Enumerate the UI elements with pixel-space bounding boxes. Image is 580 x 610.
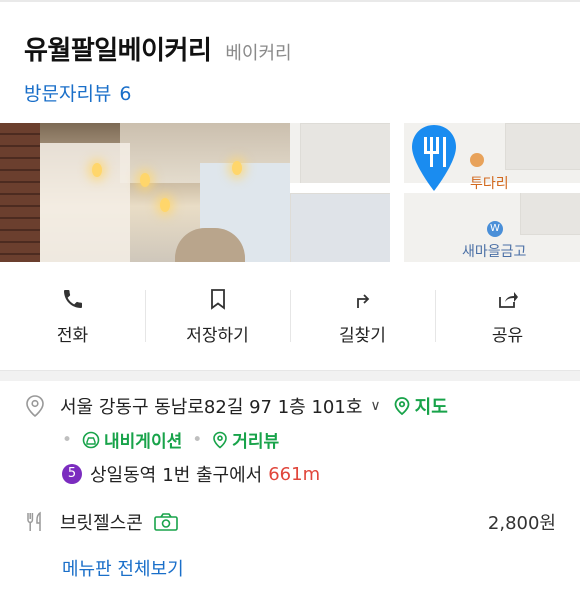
- call-button[interactable]: 전화: [0, 262, 145, 370]
- visitor-review-link[interactable]: 방문자리뷰 6: [24, 79, 556, 106]
- directions-button[interactable]: 길찾기: [290, 262, 435, 370]
- menu-item-price: 2,800원: [487, 513, 556, 534]
- directions-icon: [356, 293, 369, 308]
- camera-icon: [154, 513, 178, 531]
- light-bulb: [160, 198, 170, 212]
- chevron-down-icon[interactable]: ∨: [370, 398, 380, 414]
- navigation-link[interactable]: 내비게이션: [104, 427, 182, 452]
- car-icon: [82, 431, 100, 448]
- street-view-link[interactable]: 거리뷰: [232, 427, 279, 452]
- bookmark-icon: [210, 288, 225, 310]
- map-block: [300, 123, 392, 185]
- share-icon: [498, 291, 518, 308]
- light-bulb: [140, 173, 150, 187]
- location-icon: [26, 395, 44, 418]
- call-label: 전화: [56, 325, 89, 346]
- street-view-pin-icon: [213, 431, 228, 449]
- save-label: 저장하기: [186, 325, 249, 346]
- title-row: 유월팔일베이커리 베이커리: [24, 30, 556, 67]
- station-name: 상일동역: [90, 465, 157, 486]
- view-full-menu-link[interactable]: 메뉴판 전체보기: [62, 555, 184, 581]
- map-thumbnail[interactable]: 투다리 W 새마을금고: [290, 123, 580, 262]
- map-label-tudari: 투다리: [470, 176, 509, 192]
- share-label: 공유: [491, 325, 524, 346]
- menu-item-name: 브릿젤스콘: [60, 513, 143, 534]
- place-name: 유월팔일베이커리: [24, 36, 212, 66]
- subway-line-badge: 5: [62, 464, 82, 484]
- action-bar: 전화 저장하기 길찾기 공유: [0, 262, 580, 371]
- map-block: [505, 123, 580, 170]
- restaurant-poi-icon: [470, 153, 484, 167]
- address-row: 서울 강동구 동남로82길 97 1층 101호 ∨ 지도: [24, 393, 448, 419]
- place-header: 유월팔일베이커리 베이커리 방문자리뷰 6: [0, 2, 580, 106]
- light-bulb: [92, 163, 102, 177]
- bullet-dot: •: [62, 429, 73, 450]
- place-category: 베이커리: [225, 43, 292, 64]
- station-distance: 661m: [268, 463, 321, 485]
- subway-row: 5 상일동역 1번 출구에서 661m: [62, 461, 320, 487]
- light-bulb: [232, 161, 242, 175]
- station-exit: 1번 출구에서: [162, 465, 263, 486]
- section-divider: [0, 371, 580, 381]
- map-link[interactable]: 지도: [415, 393, 448, 419]
- fork-knife-icon: [27, 511, 41, 531]
- map-label-bank: 새마을금고: [462, 244, 527, 260]
- map-block: [290, 193, 397, 262]
- map-pin-icon: [394, 397, 410, 416]
- menu-row[interactable]: 브릿젤스콘 2,800원: [24, 509, 556, 535]
- store-photo[interactable]: [0, 123, 290, 262]
- navigation-row: • 내비게이션 • 거리뷰: [62, 427, 279, 453]
- bullet-dot: •: [192, 429, 203, 450]
- directions-label: 길찾기: [339, 325, 386, 346]
- bank-poi-icon: W: [487, 221, 503, 237]
- phone-icon: [63, 289, 82, 308]
- address-text: 서울 강동구 동남로82길 97 1층 101호: [60, 397, 363, 418]
- review-count: 6: [119, 83, 132, 105]
- share-button[interactable]: 공유: [435, 262, 580, 370]
- review-label: 방문자리뷰: [24, 83, 112, 105]
- brick-wall: [0, 123, 40, 262]
- location-pin-icon: [412, 125, 456, 191]
- photo-strip: 투다리 W 새마을금고: [0, 123, 580, 262]
- store-shelf: [40, 143, 130, 262]
- save-button[interactable]: 저장하기: [145, 262, 290, 370]
